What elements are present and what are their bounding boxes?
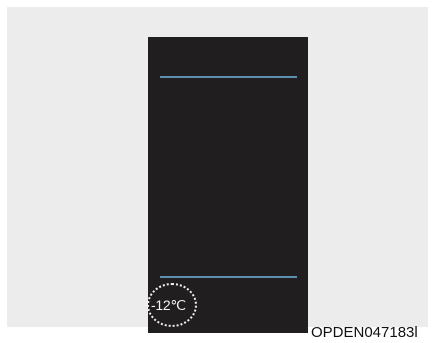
bottom-divider-line xyxy=(160,276,297,278)
cluster-display: -12℃ xyxy=(147,37,308,333)
figure-code: OPDEN047183l xyxy=(311,324,418,341)
outside-temperature: -12℃ xyxy=(151,297,186,313)
top-divider-line xyxy=(160,76,297,78)
